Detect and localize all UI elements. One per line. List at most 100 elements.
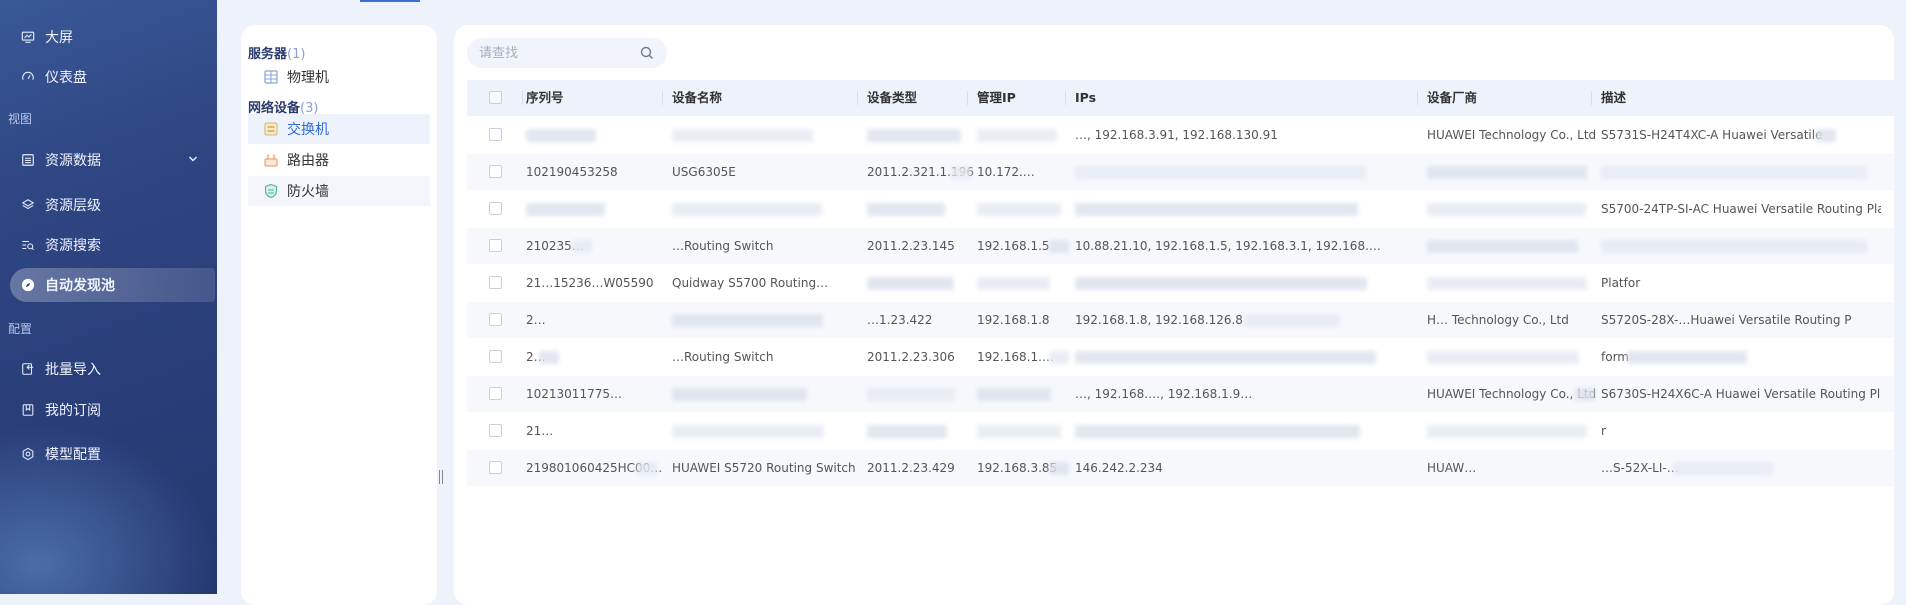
table-cell-type: …1.23.422: [867, 313, 933, 327]
sidebar-item-dashboard[interactable]: 仪表盘: [0, 60, 217, 94]
chevron-down-icon[interactable]: [187, 153, 199, 165]
table-cell-type: 2011.2.23.145: [867, 239, 955, 253]
sidebar-item-resource-data[interactable]: 资源数据: [0, 143, 217, 177]
column-header-device-type[interactable]: 设备类型: [857, 80, 977, 116]
sidebar-item-label: 仪表盘: [45, 70, 87, 86]
sidebar-item-resource-search[interactable]: 资源搜索: [0, 228, 217, 262]
redacted-mask: [636, 462, 657, 475]
row-checkbox[interactable]: [489, 350, 502, 363]
table-cell-desc: S5700-24TP-SI-AC Huawei Versatile Routin…: [1601, 202, 1881, 216]
table-cell-desc: S6730S-H24X6C-A Huawei Versatile Routing…: [1601, 387, 1881, 401]
redacted-mask: [977, 388, 1051, 401]
row-checkbox[interactable]: [489, 128, 502, 141]
row-checkbox[interactable]: [489, 202, 502, 215]
table-row[interactable]: 2… …1.23.422 192.168.1.8 192.168.1.8, 192.1…: [467, 302, 1894, 339]
redacted-mask: [672, 388, 807, 401]
sidebar-item-big-screen[interactable]: 大屏: [0, 20, 217, 54]
table-cell-desc: Platfor: [1601, 276, 1641, 290]
redacted-mask: [672, 425, 824, 438]
redacted-mask: [1672, 462, 1773, 475]
sidebar-item-my-subscriptions[interactable]: 我的订阅: [0, 393, 217, 427]
tree-group-servers[interactable]: 服务器(1): [248, 43, 305, 62]
sidebar-item-auto-discovery[interactable]: 自动发现池: [10, 268, 215, 302]
row-checkbox[interactable]: [489, 387, 502, 400]
redacted-mask: [1601, 240, 1867, 253]
redacted-mask: [977, 129, 1057, 142]
table-cell-serial: 102190453258: [526, 165, 618, 179]
tree-item-label: 物理机: [287, 70, 329, 86]
redacted-mask: [1075, 351, 1376, 364]
table-cell-name: …Routing Switch: [672, 350, 774, 364]
column-header-device-name[interactable]: 设备名称: [662, 80, 867, 116]
sidebar-item-label: 自动发现池: [45, 278, 115, 294]
table-cell-vendor: HUAWEI Technology Co., Ltd: [1427, 128, 1597, 142]
redacted-mask: [867, 277, 954, 290]
row-checkbox[interactable]: [489, 165, 502, 178]
column-header-serial[interactable]: 序列号: [522, 80, 666, 116]
table-cell-name: USG6305E: [672, 165, 736, 179]
tree-item-switch[interactable]: 交换机: [248, 114, 430, 144]
row-checkbox[interactable]: [489, 461, 502, 474]
table-row[interactable]: …, 192.168.3.91, 192.168.130.91 HUAWEI Te…: [467, 117, 1894, 154]
redacted-mask: [867, 129, 961, 142]
table-row[interactable]: S5700-24TP-SI-AC Huawei Versatile Routin…: [467, 191, 1894, 228]
row-checkbox[interactable]: [489, 276, 502, 289]
redacted-mask: [867, 203, 945, 216]
redacted-mask: [1075, 277, 1367, 290]
table-row[interactable]: 21…15236…W05590 Quidway S5700 Routing… Pla…: [467, 265, 1894, 302]
table-row[interactable]: 2… …Routing Switch 2011.2.23.306 192.168.1.…: [467, 339, 1894, 376]
tree-item-label: 交换机: [287, 122, 329, 138]
redacted-mask: [1075, 203, 1358, 216]
table-cell-serial: 2…: [526, 313, 546, 327]
section-label-config: 配置: [8, 322, 33, 336]
tree-item-firewall[interactable]: 防火墙: [248, 176, 430, 206]
column-header-ips[interactable]: IPs: [1065, 80, 1425, 116]
redacted-mask: [1427, 240, 1578, 253]
table-cell-serial: 10213011775…: [526, 387, 622, 401]
row-checkbox[interactable]: [489, 313, 502, 326]
table-row[interactable]: 102190453258 USG6305E 2011.2.321.1.196 10.1…: [467, 154, 1894, 191]
redacted-mask: [1427, 166, 1587, 179]
table-cell-desc: S5731S-H24T4XC-A Huawei Versatile: [1601, 128, 1823, 142]
gauge-icon: [20, 69, 36, 85]
redacted-mask: [1244, 314, 1340, 327]
column-header-vendor[interactable]: 设备厂商: [1417, 80, 1601, 116]
table-row[interactable]: 219801060425HC00… HUAWEI S5720 Routing Sw…: [467, 450, 1894, 487]
select-all-checkbox[interactable]: [489, 91, 502, 104]
row-checkbox[interactable]: [489, 239, 502, 252]
table-cell-serial: 21…: [526, 424, 554, 438]
table-cell-name: Quidway S5700 Routing…: [672, 276, 829, 290]
compass-icon: [20, 277, 36, 293]
tree-item-physical-machine[interactable]: 物理机: [248, 62, 430, 92]
table-row[interactable]: 10213011775… …, 192.168.…, 192.168.1.9… HU…: [467, 376, 1894, 413]
table-cell-ips: 146.242.2.234: [1075, 461, 1163, 475]
search-icon[interactable]: [639, 45, 655, 61]
redacted-mask: [539, 351, 559, 364]
sidebar-item-resource-hierarchy[interactable]: 资源层级: [0, 188, 217, 222]
column-header-management-ip[interactable]: 管理IP: [967, 80, 1075, 116]
list-icon: [20, 152, 36, 168]
table-row[interactable]: 210235… …Routing Switch 2011.2.23.145 192.1…: [467, 228, 1894, 265]
column-header-description[interactable]: 描述: [1591, 80, 1881, 116]
sidebar-item-model-config[interactable]: 模型配置: [0, 437, 217, 471]
tree-item-router[interactable]: 路由器: [248, 145, 430, 175]
redacted-mask: [526, 129, 596, 142]
table-header: 序列号 设备名称 设备类型 管理IP IPs 设备厂商 描述: [467, 80, 1894, 117]
device-list-panel: 序列号 设备名称 设备类型 管理IP IPs 设备厂商 描述 …, 192.16…: [454, 25, 1894, 605]
list-search-icon: [20, 237, 36, 253]
sidebar-item-batch-import[interactable]: 批量导入: [0, 352, 217, 386]
search-input[interactable]: [467, 38, 667, 68]
category-tree: 服务器(1) 物理机 网络设备(3) 交换机 路由器 防火墙: [241, 25, 437, 605]
router-icon: [264, 154, 278, 167]
table-cell-serial: 21…15236…W05590: [526, 276, 654, 290]
panel-resize-handle[interactable]: [439, 470, 443, 484]
table-row[interactable]: 21… r: [467, 413, 1894, 450]
sidebar-item-label: 大屏: [45, 30, 73, 46]
row-checkbox[interactable]: [489, 424, 502, 437]
sidebar: 大屏 仪表盘 视图 资源数据 资源层级 资源搜索 自动发现池 配置 批量导入 我…: [0, 0, 217, 594]
redacted-mask: [867, 388, 955, 401]
monitor-chart-icon: [20, 29, 36, 45]
layers-icon: [20, 197, 36, 213]
server-icon: [264, 70, 278, 84]
settings-icon: [20, 446, 36, 462]
